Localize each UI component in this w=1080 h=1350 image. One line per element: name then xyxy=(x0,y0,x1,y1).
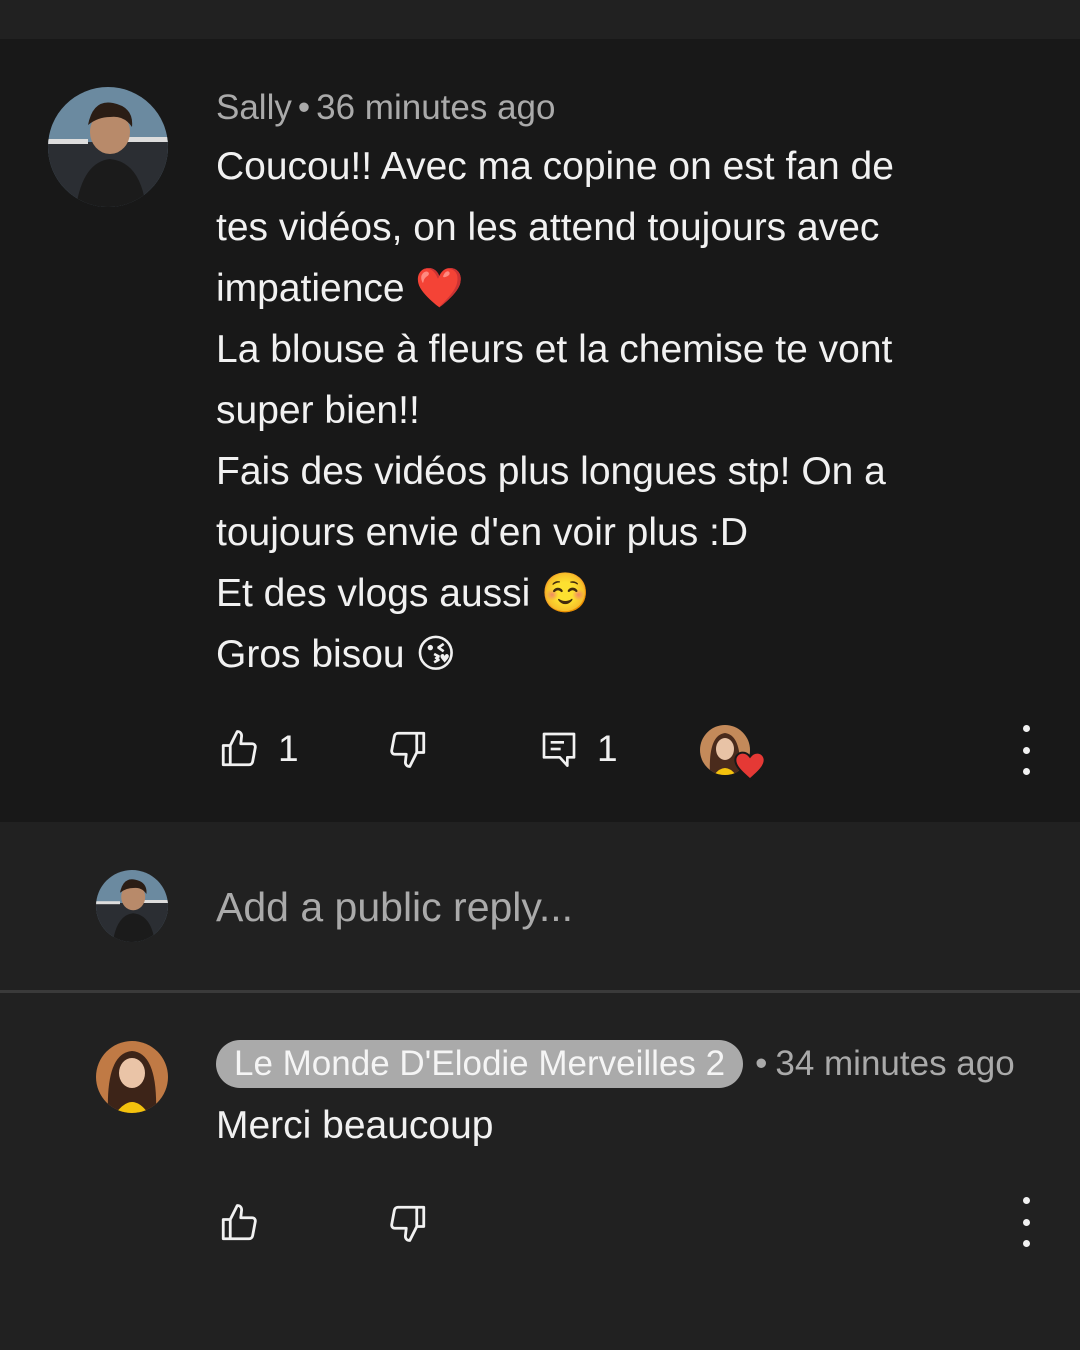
comment-icon xyxy=(542,732,576,767)
reply-button[interactable]: 1 xyxy=(539,728,618,770)
reply-more-button[interactable] xyxy=(1011,1197,1041,1247)
current-user-avatar xyxy=(96,870,168,942)
commenter-avatar[interactable] xyxy=(48,87,168,207)
divider xyxy=(0,990,1080,993)
reply-text: Merci beaucoup xyxy=(216,1104,494,1147)
comment-line: tes vidéos, on les attend toujours avec xyxy=(216,206,880,249)
comment-body: Coucou!! Avec ma copine on est fan de te… xyxy=(216,136,894,685)
comment-time[interactable]: 36 minutes ago xyxy=(316,88,555,127)
dislike-button[interactable] xyxy=(387,728,429,770)
top-strip xyxy=(0,0,1080,39)
reply-meta: Le Monde D'Elodie Merveilles 2 • 34 minu… xyxy=(216,1040,1015,1088)
meta-separator: • xyxy=(297,88,311,127)
reply-body: Merci beaucoup xyxy=(216,1095,494,1156)
more-vertical-icon-dot xyxy=(1022,725,1030,732)
like-button[interactable]: 1 xyxy=(218,728,299,770)
like-count: 1 xyxy=(278,728,299,769)
more-vertical-icon-dot xyxy=(1022,746,1030,754)
meta-separator: • xyxy=(755,1044,768,1083)
reply-count: 1 xyxy=(597,728,618,769)
thumbs-down-icon xyxy=(390,1205,426,1242)
commenter-avatar-image xyxy=(48,87,168,207)
reply-input[interactable]: Add a public reply... xyxy=(216,884,573,931)
more-vertical-icon-dot xyxy=(1022,768,1030,775)
creator-author-badge[interactable]: Le Monde D'Elodie Merveilles 2 xyxy=(216,1040,744,1088)
more-vertical-icon-dot xyxy=(1022,1240,1030,1247)
comment-line: toujours envie d'en voir plus :D xyxy=(216,511,749,554)
reply-time[interactable]: 34 minutes ago xyxy=(775,1044,1014,1084)
heart-icon xyxy=(734,751,766,781)
creator-heart-badge xyxy=(700,725,766,781)
reply-author-avatar-image xyxy=(96,1041,168,1113)
reply-dislike-button[interactable] xyxy=(387,1202,429,1244)
comment-line: super bien!! xyxy=(216,389,420,432)
current-user-avatar-image xyxy=(96,870,168,942)
comment-more-button[interactable] xyxy=(1011,725,1041,775)
thumbs-down-icon xyxy=(390,731,426,768)
comment-line: Coucou!! Avec ma copine on est fan de xyxy=(216,145,894,188)
comment-line: Et des vlogs aussi ☺️ xyxy=(216,572,590,615)
thumbs-up-icon xyxy=(221,730,257,767)
comment-author[interactable]: Sally xyxy=(216,88,292,127)
comment-line: Gros bisou 😘 xyxy=(216,633,457,676)
comment-meta: Sally • 36 minutes ago xyxy=(216,88,555,128)
more-vertical-icon-dot xyxy=(1022,1218,1030,1226)
comment-line: impatience ❤️ xyxy=(216,267,464,310)
comment-line: Fais des vidéos plus longues stp! On a xyxy=(216,450,886,493)
reply-like-button[interactable] xyxy=(218,1202,260,1244)
reply-input-row: Add a public reply... xyxy=(0,822,1080,990)
thumbs-up-icon xyxy=(221,1204,257,1241)
comment-line: La blouse à fleurs et la chemise te vont xyxy=(216,328,893,371)
reply-author-avatar[interactable] xyxy=(96,1041,168,1113)
more-vertical-icon-dot xyxy=(1022,1197,1030,1204)
